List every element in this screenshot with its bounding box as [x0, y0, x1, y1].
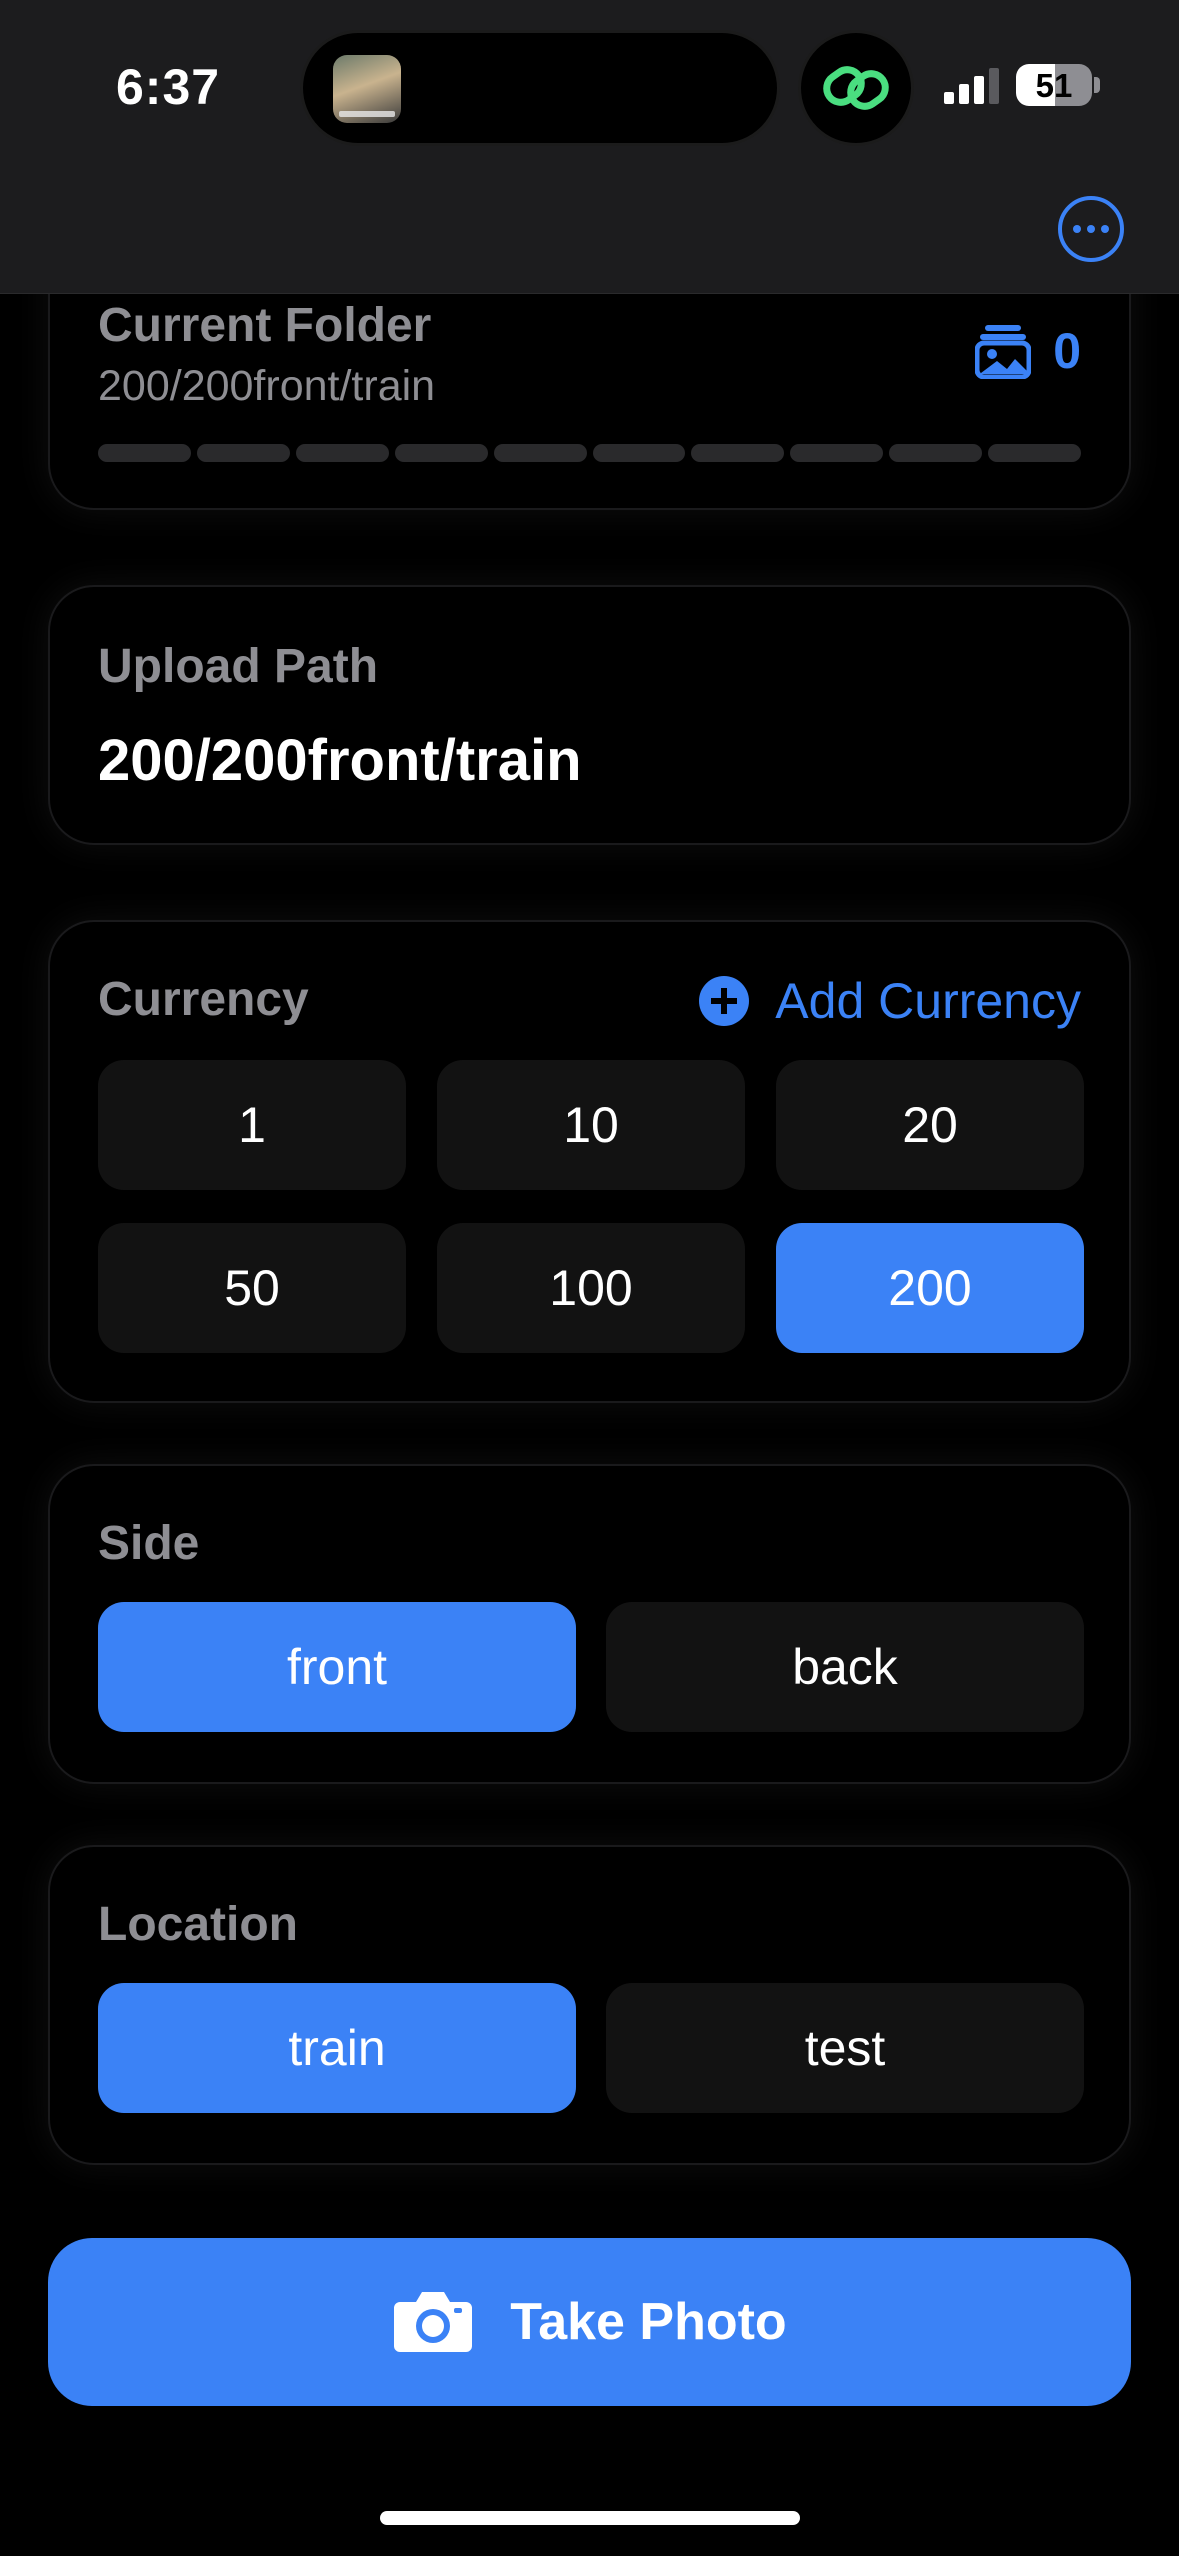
location-option[interactable]: test: [606, 1983, 1084, 2113]
progress-segment: [691, 444, 785, 462]
more-options-button[interactable]: [1058, 196, 1124, 262]
battery-percent: 51: [1035, 67, 1073, 104]
link-chain-icon[interactable]: [798, 30, 914, 146]
current-folder-path: 200/200front/train: [98, 362, 436, 410]
add-currency-label: Add Currency: [775, 973, 1081, 1029]
progress-segment: [790, 444, 884, 462]
battery-icon: 51: [1016, 64, 1092, 106]
side-option[interactable]: back: [606, 1602, 1084, 1732]
more-dot: [1101, 225, 1109, 233]
currency-option[interactable]: 1: [98, 1060, 406, 1190]
location-card: Location train test: [48, 1845, 1131, 2165]
top-bar: 6:37 51: [0, 0, 1179, 294]
upload-path-label: Upload Path: [98, 640, 379, 693]
currency-option[interactable]: 200: [776, 1223, 1084, 1353]
home-indicator[interactable]: [380, 2511, 800, 2525]
side-card: Side front back: [48, 1464, 1131, 1784]
progress-segment: [98, 444, 191, 462]
battery-cap: [1094, 77, 1100, 93]
currency-option[interactable]: 10: [437, 1060, 745, 1190]
photo-count-value: 0: [1053, 323, 1081, 379]
photo-count[interactable]: 0: [975, 322, 1081, 380]
cellular-signal-icon: [944, 68, 1000, 104]
upload-progress-bar: [98, 444, 1082, 462]
progress-segment: [592, 444, 686, 462]
currency-option[interactable]: 20: [776, 1060, 1084, 1190]
currency-option[interactable]: 50: [98, 1223, 406, 1353]
side-option[interactable]: front: [98, 1602, 576, 1732]
plus-circle-icon: [699, 976, 750, 1026]
take-photo-label: Take Photo: [510, 2293, 787, 2351]
progress-segment: [196, 444, 290, 462]
currency-label: Currency: [98, 973, 309, 1026]
camera-icon: [394, 2292, 473, 2352]
upload-path-value: 200/200front/train: [98, 728, 582, 793]
dynamic-island[interactable]: [300, 30, 780, 146]
side-label: Side: [98, 1517, 200, 1570]
progress-segment: [493, 444, 587, 462]
currency-option[interactable]: 100: [437, 1223, 745, 1353]
take-photo-button[interactable]: Take Photo: [48, 2238, 1131, 2406]
progress-segment: [889, 444, 983, 462]
photo-stack-icon: [975, 325, 1032, 379]
more-dot: [1087, 225, 1095, 233]
location-option[interactable]: train: [98, 1983, 576, 2113]
add-currency-button[interactable]: Add Currency: [699, 972, 1081, 1030]
progress-segment: [394, 444, 488, 462]
chain-icon-svg: [823, 66, 889, 110]
progress-segment: [988, 444, 1082, 462]
now-playing-thumbnail: [333, 55, 401, 123]
upload-path-card: Upload Path 200/200front/train: [48, 585, 1131, 845]
location-label: Location: [98, 1898, 298, 1951]
current-folder-label: Current Folder: [98, 299, 432, 352]
currency-card: Currency Add Currency 1 10 20 50 100 200: [48, 920, 1131, 1403]
more-dot: [1073, 225, 1081, 233]
progress-segment: [295, 444, 389, 462]
status-time: 6:37: [116, 59, 221, 115]
